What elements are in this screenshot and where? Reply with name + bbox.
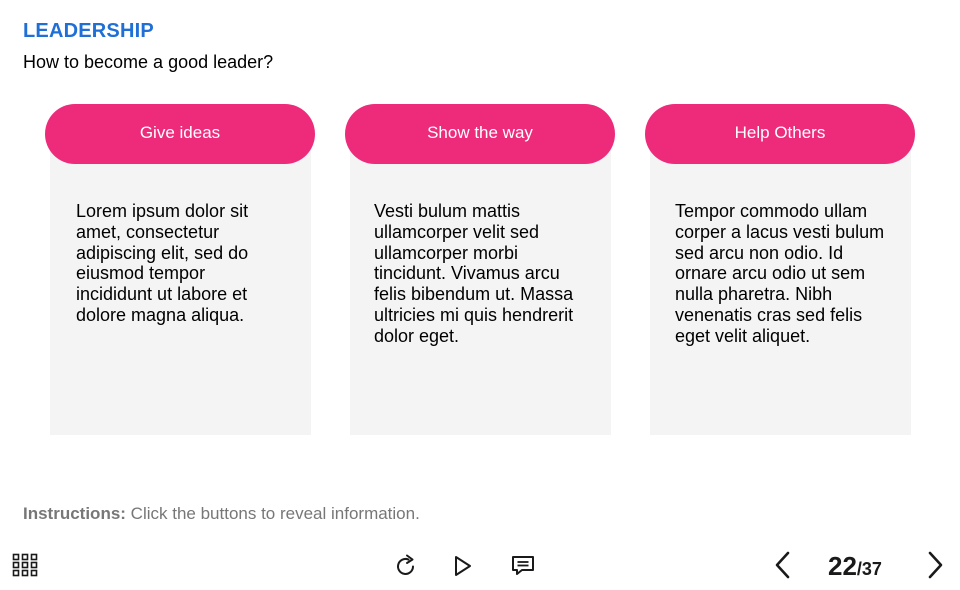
give-ideas-button[interactable]: Give ideas [45, 104, 315, 164]
chevron-right-icon[interactable] [924, 550, 946, 580]
page-total: /37 [856, 559, 882, 579]
card-give-ideas: Lorem ipsum dolor sit amet, consectetur … [45, 104, 315, 435]
show-the-way-button[interactable]: Show the way [345, 104, 615, 164]
card-show-the-way: Vesti bulum mattis ullamcorper velit sed… [345, 104, 615, 435]
help-others-button[interactable]: Help Others [645, 104, 915, 164]
card-help-others: Tempor commodo ullam corper a lacus vest… [645, 104, 915, 435]
slide-subtitle: How to become a good leader? [23, 52, 274, 72]
card-text: Tempor commodo ullam corper a lacus vest… [675, 201, 885, 346]
instructions-text: Click the buttons to reveal information. [125, 504, 420, 523]
card-text: Lorem ipsum dolor sit amet, consectetur … [76, 201, 249, 325]
page-current: 22 [828, 551, 857, 581]
grid-menu-icon[interactable] [12, 553, 38, 577]
page-counter: 22/37 [828, 551, 882, 582]
captions-icon[interactable] [510, 554, 536, 578]
instructions-label: Instructions: [23, 504, 126, 523]
slide-title: LEADERSHIP [23, 20, 154, 42]
instructions: Instructions: Click the buttons to revea… [23, 504, 420, 524]
play-icon[interactable] [452, 554, 474, 578]
card-text: Vesti bulum mattis ullamcorper velit sed… [374, 201, 574, 346]
chevron-left-icon[interactable] [772, 550, 794, 580]
replay-icon[interactable] [394, 553, 418, 579]
